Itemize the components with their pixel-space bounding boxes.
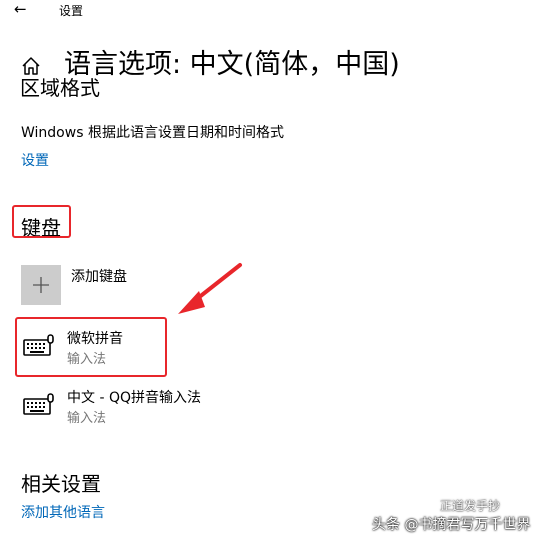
region-description: Windows 根据此语言设置日期和时间格式: [21, 125, 284, 141]
ime-name: 中文 - QQ拼音输入法: [67, 390, 201, 406]
keyboard-item-qq-pinyin[interactable]: 中文 - QQ拼音输入法 输入法: [21, 387, 381, 431]
title-bar: ← 设置: [0, 0, 539, 22]
back-arrow-icon[interactable]: ←: [14, 2, 27, 17]
watermark-secondary: 正道发手抄: [440, 499, 501, 513]
plus-icon: [33, 277, 49, 293]
region-format-heading: 区域格式: [20, 76, 100, 98]
plus-tile: [21, 265, 61, 305]
add-keyboard-label: 添加键盘: [71, 269, 127, 285]
keyboard-icon: [23, 393, 54, 415]
add-language-link[interactable]: 添加其他语言: [21, 502, 105, 522]
ime-type: 输入法: [67, 411, 107, 426]
keyboard-heading-highlight: [12, 205, 71, 238]
home-icon[interactable]: [20, 55, 42, 77]
window-title: 设置: [59, 4, 84, 18]
watermark: 头条 @书摘君写万千世界: [372, 517, 531, 533]
add-keyboard-button[interactable]: 添加键盘: [21, 265, 321, 305]
ime-highlight: [15, 317, 167, 377]
region-settings-link[interactable]: 设置: [21, 150, 49, 170]
related-settings-heading: 相关设置: [21, 472, 101, 496]
region-format-heading-clip: 区域格式: [20, 76, 220, 98]
